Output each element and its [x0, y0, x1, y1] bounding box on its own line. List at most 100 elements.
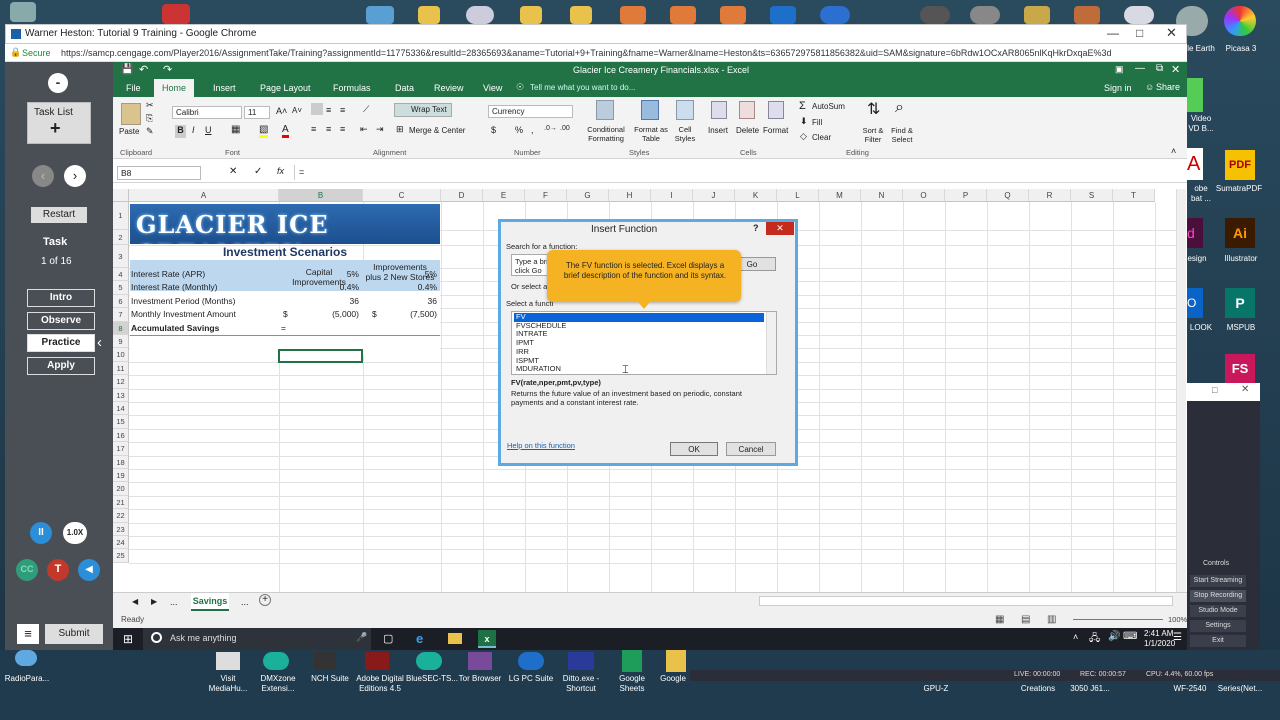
- orientation-icon[interactable]: ⟋: [363, 104, 369, 115]
- undo-icon[interactable]: ↶: [139, 63, 148, 76]
- insert-function-icon[interactable]: fx: [277, 166, 284, 176]
- minimize-icon[interactable]: —: [1107, 26, 1119, 40]
- column-header[interactable]: L: [777, 189, 819, 202]
- format-painter-icon[interactable]: ✎: [146, 126, 154, 137]
- app-icon[interactable]: [620, 6, 646, 24]
- cell[interactable]: =: [279, 322, 359, 335]
- row-header[interactable]: 8: [113, 321, 129, 335]
- tab-home[interactable]: Home: [154, 79, 195, 97]
- column-header[interactable]: H: [609, 189, 651, 202]
- formula-input[interactable]: =: [294, 165, 1181, 180]
- google-icon[interactable]: [666, 650, 686, 672]
- format-cells-label[interactable]: Format: [763, 126, 788, 135]
- clear-label[interactable]: Clear: [812, 133, 831, 142]
- bottom-align-icon[interactable]: ≡: [340, 105, 345, 115]
- column-header[interactable]: K: [735, 189, 777, 202]
- desktop-icon-label[interactable]: Illustrator: [1213, 254, 1269, 264]
- row-header[interactable]: 20: [113, 482, 129, 496]
- clock-time[interactable]: 2:41 AM: [1144, 629, 1173, 638]
- submit-button[interactable]: Submit: [45, 624, 103, 644]
- format-as-table-label[interactable]: Format as Table: [631, 125, 671, 143]
- intro-button[interactable]: Intro: [27, 289, 95, 307]
- page-layout-view-icon[interactable]: ▤: [1021, 614, 1030, 625]
- cut-icon[interactable]: ✂: [146, 100, 154, 111]
- insert-cells-icon[interactable]: [711, 101, 727, 119]
- cell[interactable]: Interest Rate (Monthly): [131, 281, 277, 294]
- delete-cells-icon[interactable]: [739, 101, 755, 119]
- cortana-search[interactable]: Ask me anything 🎤: [143, 628, 371, 650]
- desktop-icon-label[interactable]: RadioPara...: [4, 674, 50, 684]
- align-center-icon[interactable]: ≡: [326, 124, 331, 134]
- file-explorer-icon[interactable]: [448, 633, 462, 644]
- fill-label[interactable]: Fill: [812, 118, 822, 127]
- column-header[interactable]: B: [279, 189, 363, 202]
- tray-up-icon[interactable]: ˄: [1073, 632, 1078, 642]
- page-break-view-icon[interactable]: ▥: [1047, 614, 1056, 625]
- excel-taskbar-icon[interactable]: x: [478, 630, 496, 648]
- row-header[interactable]: 5: [113, 281, 129, 295]
- fs-icon[interactable]: FS: [1225, 354, 1255, 383]
- restore-icon[interactable]: ⧉: [1156, 63, 1163, 74]
- audio-icon[interactable]: ◀: [78, 559, 100, 581]
- select-all-corner[interactable]: [113, 189, 129, 202]
- horizontal-scrollbar[interactable]: [759, 596, 1173, 606]
- top-align-icon[interactable]: [311, 103, 323, 115]
- selected-cell-b8[interactable]: [278, 348, 363, 363]
- desktop-icon-label[interactable]: Picasa 3: [1213, 44, 1269, 54]
- column-header[interactable]: A: [129, 189, 279, 202]
- cell-styles-icon[interactable]: [676, 100, 694, 120]
- align-right-icon[interactable]: ≡: [340, 124, 345, 134]
- font-color-icon[interactable]: A: [282, 124, 289, 138]
- row-header[interactable]: 18: [113, 455, 129, 469]
- folder-icon[interactable]: [366, 6, 394, 24]
- underline-icon[interactable]: U: [205, 125, 212, 135]
- decrease-font-icon[interactable]: A˅: [292, 106, 302, 115]
- increase-decimal-icon[interactable]: .0→: [544, 125, 557, 132]
- paste-label[interactable]: Paste: [119, 127, 139, 136]
- tab-insert[interactable]: Insert: [213, 83, 236, 93]
- decrease-indent-icon[interactable]: ⇤: [360, 124, 368, 135]
- insert-cells-label[interactable]: Insert: [708, 126, 728, 135]
- redo-icon[interactable]: ↷: [163, 63, 172, 76]
- row-header[interactable]: 6: [113, 294, 129, 309]
- text-button[interactable]: T: [47, 559, 69, 581]
- save-icon[interactable]: 💾: [121, 64, 133, 75]
- column-header[interactable]: Q: [987, 189, 1029, 202]
- number-format-select[interactable]: Currency: [488, 105, 573, 118]
- network-icon[interactable]: 🖧: [1089, 631, 1100, 648]
- column-header[interactable]: G: [567, 189, 609, 202]
- sheet-ellipsis-right[interactable]: ...: [241, 597, 249, 607]
- close-icon[interactable]: ✕: [1241, 384, 1249, 395]
- bold-icon[interactable]: B: [175, 125, 186, 138]
- font-name-select[interactable]: Calibri: [172, 106, 242, 119]
- dmxzone-icon[interactable]: [263, 652, 289, 670]
- column-header[interactable]: T: [1113, 189, 1155, 202]
- picasa-icon[interactable]: [1224, 6, 1256, 36]
- observe-button[interactable]: Observe: [27, 312, 95, 330]
- keyboard-icon[interactable]: ⌨: [1123, 631, 1137, 642]
- cell[interactable]: (7,500): [363, 308, 437, 321]
- tell-me-input[interactable]: Tell me what you want to do...: [530, 83, 635, 92]
- column-header[interactable]: M: [819, 189, 861, 202]
- merge-center-icon[interactable]: ⊞: [396, 124, 404, 135]
- percent-icon[interactable]: %: [515, 125, 523, 135]
- format-cells-icon[interactable]: [768, 101, 784, 119]
- microphone-icon[interactable]: 🎤: [356, 632, 367, 643]
- sheet-tab-savings[interactable]: Savings: [191, 593, 229, 611]
- desktop-icon-label[interactable]: Ditto.exe - Shortcut: [553, 674, 609, 694]
- merge-center-label[interactable]: Merge & Center: [409, 126, 465, 135]
- folder-icon[interactable]: [570, 6, 592, 24]
- desktop-icon-label[interactable]: Google Sheets: [606, 674, 658, 694]
- publisher-icon[interactable]: P: [1225, 288, 1255, 318]
- zoom-slider[interactable]: [1073, 619, 1163, 620]
- exit-button[interactable]: Exit: [1190, 635, 1246, 647]
- tor-browser-icon[interactable]: [468, 652, 492, 670]
- back-arrow-icon[interactable]: ‹: [32, 165, 54, 187]
- maximize-icon[interactable]: □: [1136, 26, 1143, 40]
- windows-start-icon[interactable]: ⊞: [123, 632, 133, 646]
- practice-button[interactable]: Practice: [27, 334, 95, 352]
- edge-icon[interactable]: e: [416, 631, 423, 646]
- dialog-close-icon[interactable]: ✕: [766, 222, 794, 235]
- cell[interactable]: Monthly Investment Amount: [131, 308, 277, 321]
- function-list-item[interactable]: IRR: [514, 347, 764, 357]
